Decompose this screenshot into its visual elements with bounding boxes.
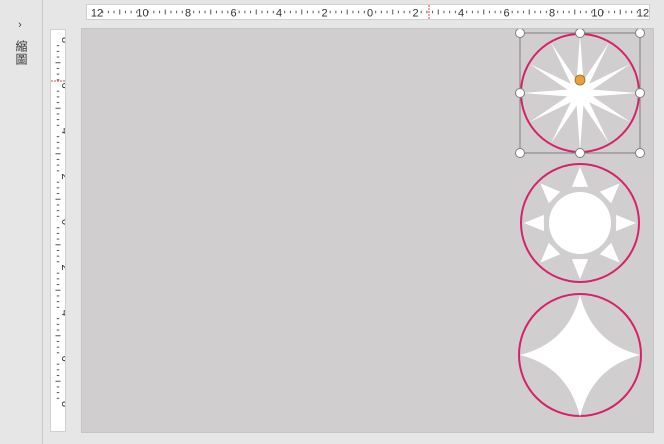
star-12-point-shape[interactable] [520,33,640,153]
star-4-point-shape[interactable] [518,293,642,417]
ruler-label-v: 8 [59,37,65,43]
horizontal-ruler-graphic: 12 10 8 6 4 2 0 2 4 6 8 10 12 [91,5,649,20]
star-12-point-fill [522,35,638,151]
sun-ray [540,183,561,204]
thumbnail-pane: › 縮圖 [0,0,43,444]
resize-handle-bottom[interactable] [575,148,585,158]
ruler-label-h: 0 [367,8,373,20]
slide-canvas[interactable] [81,28,654,433]
resize-handle-bottom-right[interactable] [635,148,645,158]
expand-thumbnails-icon[interactable]: › [13,18,27,32]
sun-ray [616,214,636,232]
resize-handle-top-right[interactable] [635,29,645,38]
ruler-label-h: 4 [458,8,464,20]
ruler-label-v: 0 [59,219,65,225]
horizontal-ruler: 12 10 8 6 4 2 0 2 4 6 8 10 12 [86,4,650,20]
ruler-label-v: 6 [59,82,65,88]
ruler-label-h: 12 [91,8,103,20]
sun-core [549,192,611,254]
sun-ray [571,167,589,187]
ruler-label-v: 4 [59,310,65,316]
ruler-label-h: 8 [185,8,191,20]
sun-shape[interactable] [520,163,640,283]
ruler-label-v: 2 [59,264,65,270]
vertical-ruler: 8 6 4 2 0 2 4 6 8 [50,29,71,432]
ruler-label-h: 6 [230,8,236,20]
thumbnail-pane-label: 縮圖 [14,40,28,66]
resize-handle-left[interactable] [515,88,525,98]
ruler-label-h: 12 [637,8,649,20]
ruler-label-v: 6 [59,355,65,361]
sun-ray [599,242,620,263]
sun-ray [540,242,561,263]
sun-ray [599,183,620,204]
resize-handle-right[interactable] [635,88,645,98]
vertical-ruler-graphic: 8 6 4 2 0 2 4 6 8 [51,37,71,407]
ruler-label-h: 2 [321,8,327,20]
resize-handle-top-left[interactable] [515,29,525,38]
resize-handle-bottom-left[interactable] [515,148,525,158]
ruler-label-h: 10 [136,8,148,20]
ruler-label-h: 8 [549,8,555,20]
sun-ray [524,214,544,232]
ruler-label-v: 2 [59,173,65,179]
ruler-label-h: 10 [591,8,603,20]
resize-handle-top[interactable] [575,29,585,38]
ruler-label-h: 2 [412,8,418,20]
slide-shapes-layer [515,29,645,417]
adjustment-handle[interactable] [574,74,586,86]
ruler-label-v: 4 [59,128,65,134]
ruler-label-h: 4 [276,8,282,20]
sun-ray [571,259,589,279]
ruler-label-v: 8 [59,401,65,407]
ruler-label-h: 6 [503,8,509,20]
